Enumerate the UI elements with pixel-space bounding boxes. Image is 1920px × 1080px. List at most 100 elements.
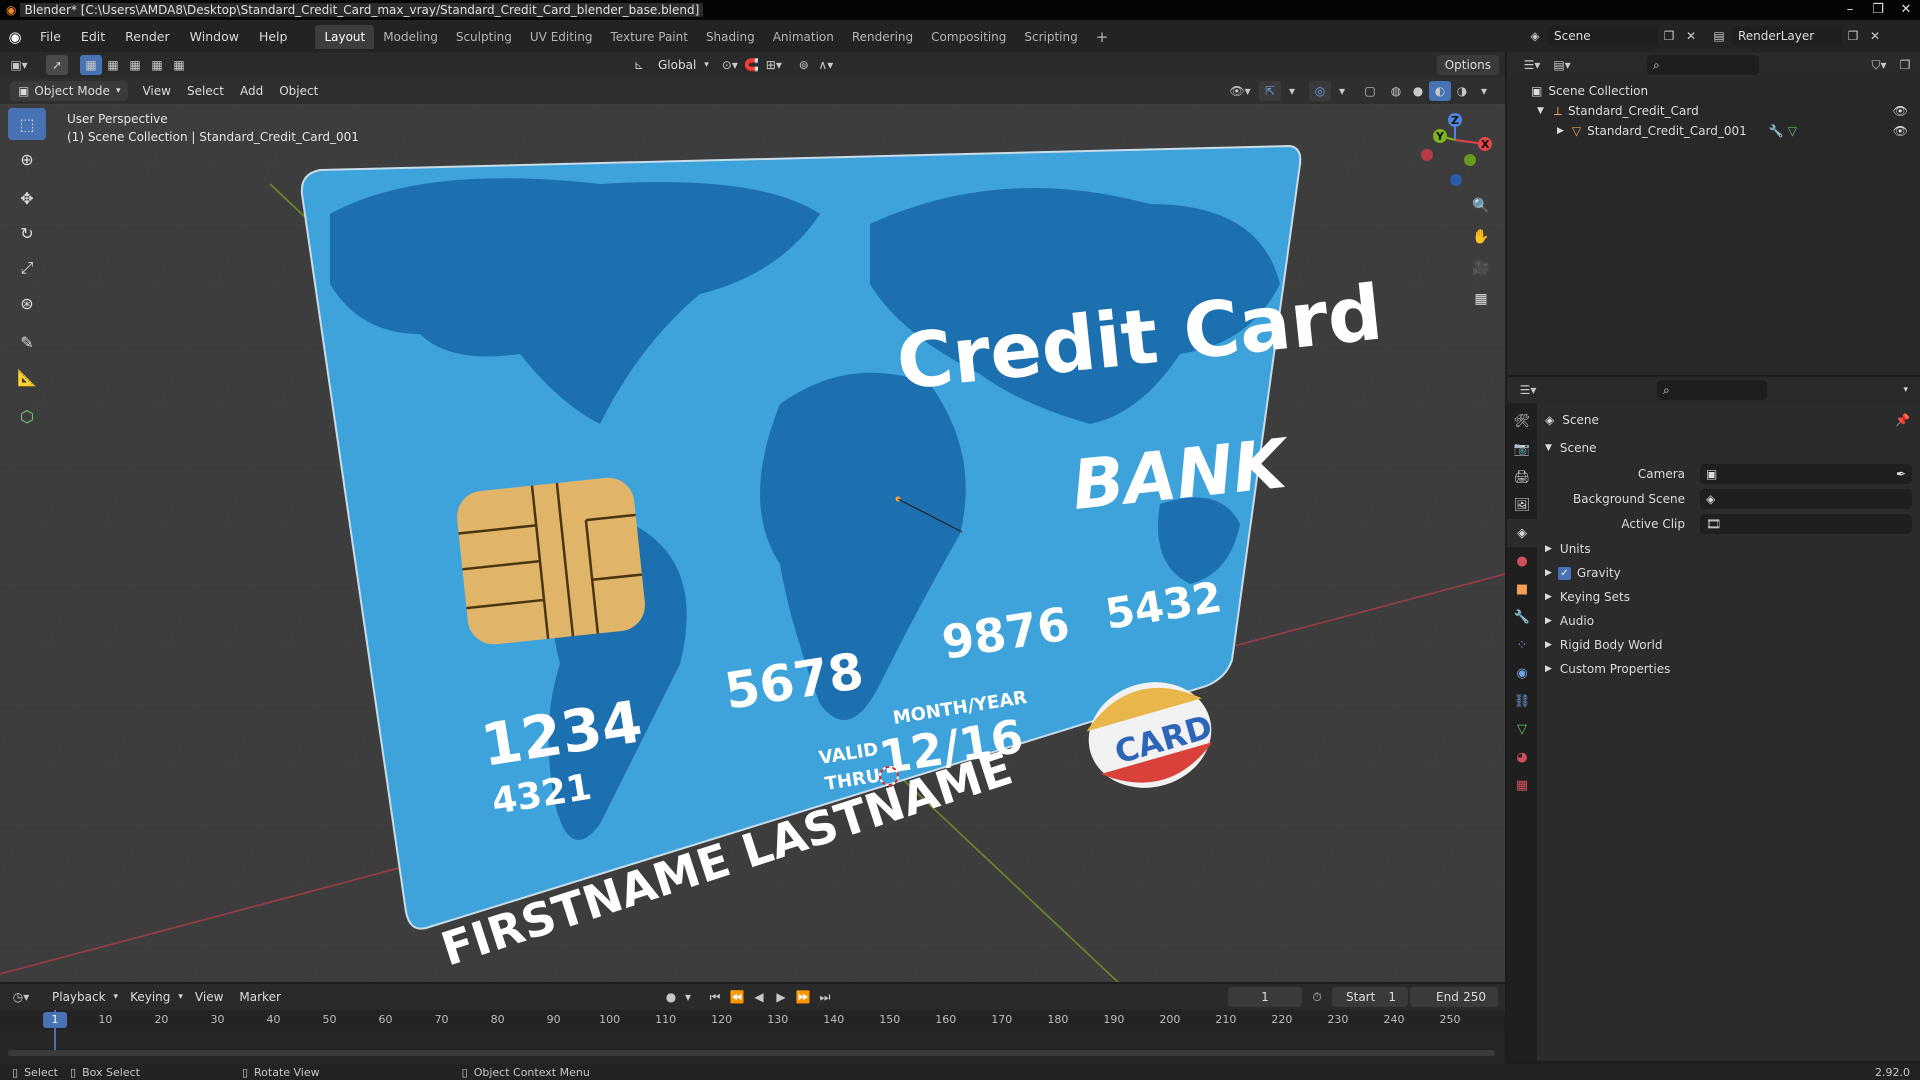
eyedropper-icon[interactable]: ✒ xyxy=(1896,464,1906,484)
pan-hand-icon[interactable]: ✋ xyxy=(1467,223,1495,251)
timeline-area[interactable]: 10 20 30 40 50 60 70 80 90 100 110 120 130 140 150 160 1… xyxy=(0,1010,1505,1064)
menu-add[interactable]: Add xyxy=(232,81,271,101)
transform-orientation-dropdown[interactable]: Global xyxy=(650,55,704,75)
proportional-edit-icon[interactable]: ⊚ xyxy=(793,55,815,75)
add-workspace-button[interactable]: + xyxy=(1087,25,1118,49)
tab-modeling[interactable]: Modeling xyxy=(374,25,447,49)
timeline-editor-type-icon[interactable]: ◷▾ xyxy=(10,987,32,1007)
scene-browse-icon[interactable]: ◈ xyxy=(1524,26,1546,46)
move-tool-icon[interactable]: ✥ xyxy=(8,182,46,214)
next-keyframe-icon[interactable]: ⏩ xyxy=(792,987,814,1007)
tab-animation[interactable]: Animation xyxy=(764,25,843,49)
tab-sculpting[interactable]: Sculpting xyxy=(447,25,521,49)
current-frame-field[interactable]: 1 xyxy=(1228,987,1302,1007)
units-panel-header[interactable]: ▶ Units xyxy=(1537,538,1920,560)
object-tab-icon[interactable]: ■ xyxy=(1507,575,1537,603)
select-box-tool-icon[interactable]: ⬚ xyxy=(8,108,46,140)
menu-view[interactable]: View xyxy=(134,81,178,101)
tab-compositing[interactable]: Compositing xyxy=(922,25,1015,49)
proportional-falloff-icon[interactable]: ∧▾ xyxy=(815,55,837,75)
shading-material-icon[interactable]: ◐ xyxy=(1429,81,1451,101)
eye-icon[interactable]: 👁 xyxy=(1893,101,1908,121)
expand-down-icon[interactable]: ▼ xyxy=(1537,101,1544,121)
properties-editor-type-icon[interactable]: ☰▾ xyxy=(1517,380,1539,400)
tab-uv-editing[interactable]: UV Editing xyxy=(521,25,602,49)
outliner-editor-type-icon[interactable]: ☰▾ xyxy=(1521,55,1543,75)
constraints-tab-icon[interactable]: ⛓ xyxy=(1507,687,1537,715)
eye-icon[interactable]: 👁 xyxy=(1893,121,1908,141)
renderlayer-browse-icon[interactable]: ▤ xyxy=(1708,26,1730,46)
timeline-scrollbar[interactable] xyxy=(8,1050,1495,1056)
menu-edit[interactable]: Edit xyxy=(71,20,115,54)
scene-field[interactable]: Scene xyxy=(1548,26,1658,46)
select-mode-intersect-icon[interactable]: ▦ xyxy=(168,55,190,75)
close-button[interactable]: ✕ xyxy=(1892,0,1920,20)
physics-tab-icon[interactable]: ◉ xyxy=(1507,659,1537,687)
transform-tool-icon[interactable]: ⊛ xyxy=(8,287,46,319)
zoom-icon[interactable]: 🔍 xyxy=(1467,192,1495,220)
view-layer-tab-icon[interactable]: 🖼 xyxy=(1507,491,1537,519)
keying-menu[interactable]: Keying xyxy=(122,987,178,1007)
select-mode-new-icon[interactable]: ▦ xyxy=(80,55,102,75)
overlays-toggle-icon[interactable]: ◎ xyxy=(1309,81,1331,101)
cursor-tool-icon[interactable]: ⊕ xyxy=(8,143,46,175)
select-mode-invert-icon[interactable]: ▦ xyxy=(146,55,168,75)
shading-dropdown-icon[interactable]: ▾ xyxy=(1473,81,1495,101)
renderlayer-new-icon[interactable]: ❐ xyxy=(1842,26,1864,46)
gravity-checkbox[interactable]: ✓ xyxy=(1557,566,1571,580)
menu-window[interactable]: Window xyxy=(180,20,249,54)
snap-toggle-icon[interactable]: 🧲 xyxy=(741,55,763,75)
3d-viewport[interactable]: Credit Card BANK 1234 5678 9876 5432 432… xyxy=(0,104,1505,982)
select-mode-subtract-icon[interactable]: ▦ xyxy=(124,55,146,75)
audio-panel-header[interactable]: ▶ Audio xyxy=(1537,610,1920,632)
overlays-dropdown-icon[interactable]: ▾ xyxy=(1331,81,1353,101)
blender-menu-icon[interactable]: ◉ xyxy=(0,28,30,46)
active-clip-field[interactable]: 🎞 xyxy=(1700,514,1912,534)
editor-type-icon[interactable]: ▣▾ xyxy=(8,55,30,75)
annotate-tool-icon[interactable]: ✎ xyxy=(8,326,46,358)
keying-sets-panel-header[interactable]: ▶ Keying Sets xyxy=(1537,586,1920,608)
data-tab-icon[interactable]: ▽ xyxy=(1507,715,1537,743)
modifier-tab-icon[interactable]: 🔧 xyxy=(1507,603,1537,631)
renderlayer-delete-icon[interactable]: ✕ xyxy=(1864,26,1886,46)
select-mode-extend-icon[interactable]: ▦ xyxy=(102,55,124,75)
outliner-row-credit-card-001[interactable]: ▶ ▽ Standard_Credit_Card_001 🔧 ▽ 👁 xyxy=(1507,121,1920,141)
pivot-point-icon[interactable]: ⊙▾ xyxy=(719,55,741,75)
maximize-button[interactable]: ❐ xyxy=(1864,0,1892,20)
menu-file[interactable]: File xyxy=(30,20,71,54)
shading-wireframe-icon[interactable]: ◍ xyxy=(1385,81,1407,101)
gravity-panel-header[interactable]: ▶ ✓ Gravity xyxy=(1537,562,1920,584)
tab-shading[interactable]: Shading xyxy=(697,25,764,49)
select-tool-icon[interactable]: ➚ xyxy=(46,55,68,75)
menu-render[interactable]: Render xyxy=(115,20,180,54)
gizmo-dropdown-icon[interactable]: ▾ xyxy=(1281,81,1303,101)
camera-field[interactable]: ▣ ✒ xyxy=(1700,464,1912,484)
camera-view-icon[interactable]: 🎥 xyxy=(1467,254,1495,282)
add-cube-tool-icon[interactable]: ⬡ xyxy=(8,400,46,432)
particles-tab-icon[interactable]: ⁘ xyxy=(1507,631,1537,659)
outliner-row-credit-card[interactable]: ▼ ⟂ Standard_Credit_Card 👁 xyxy=(1507,101,1920,121)
end-frame-field[interactable]: End 250 xyxy=(1410,987,1498,1007)
filter-icon[interactable]: ⛉▾ xyxy=(1868,55,1890,75)
marker-menu[interactable]: Marker xyxy=(231,987,288,1007)
background-scene-field[interactable]: ◈ xyxy=(1700,489,1912,509)
rotate-tool-icon[interactable]: ↻ xyxy=(8,217,46,249)
gizmo-toggle-icon[interactable]: ⇱ xyxy=(1259,81,1281,101)
visibility-selectability-icon[interactable]: 👁▾ xyxy=(1229,81,1251,101)
display-mode-icon[interactable]: ▤▾ xyxy=(1551,55,1573,75)
custom-properties-panel-header[interactable]: ▶ Custom Properties xyxy=(1537,658,1920,680)
tab-layout[interactable]: Layout xyxy=(315,25,375,49)
record-icon[interactable]: ● xyxy=(660,987,682,1007)
record-dropdown-icon[interactable]: ▾ xyxy=(682,987,694,1007)
jump-start-icon[interactable]: ⏮ xyxy=(704,987,726,1007)
new-collection-icon[interactable]: ❐ xyxy=(1894,55,1916,75)
mode-dropdown[interactable]: ▣ Object Mode ▾ xyxy=(10,81,129,101)
properties-search-input[interactable]: ⌕ xyxy=(1657,380,1767,400)
tool-tab-icon[interactable]: 🛠 xyxy=(1507,407,1537,435)
output-tab-icon[interactable]: 🖨 xyxy=(1507,463,1537,491)
tab-rendering[interactable]: Rendering xyxy=(843,25,922,49)
chevron-down-icon[interactable]: ▾ xyxy=(1903,385,1908,395)
tab-scripting[interactable]: Scripting xyxy=(1015,25,1086,49)
renderlayer-field[interactable]: RenderLayer xyxy=(1732,26,1842,46)
expand-right-icon[interactable]: ▶ xyxy=(1557,121,1564,141)
